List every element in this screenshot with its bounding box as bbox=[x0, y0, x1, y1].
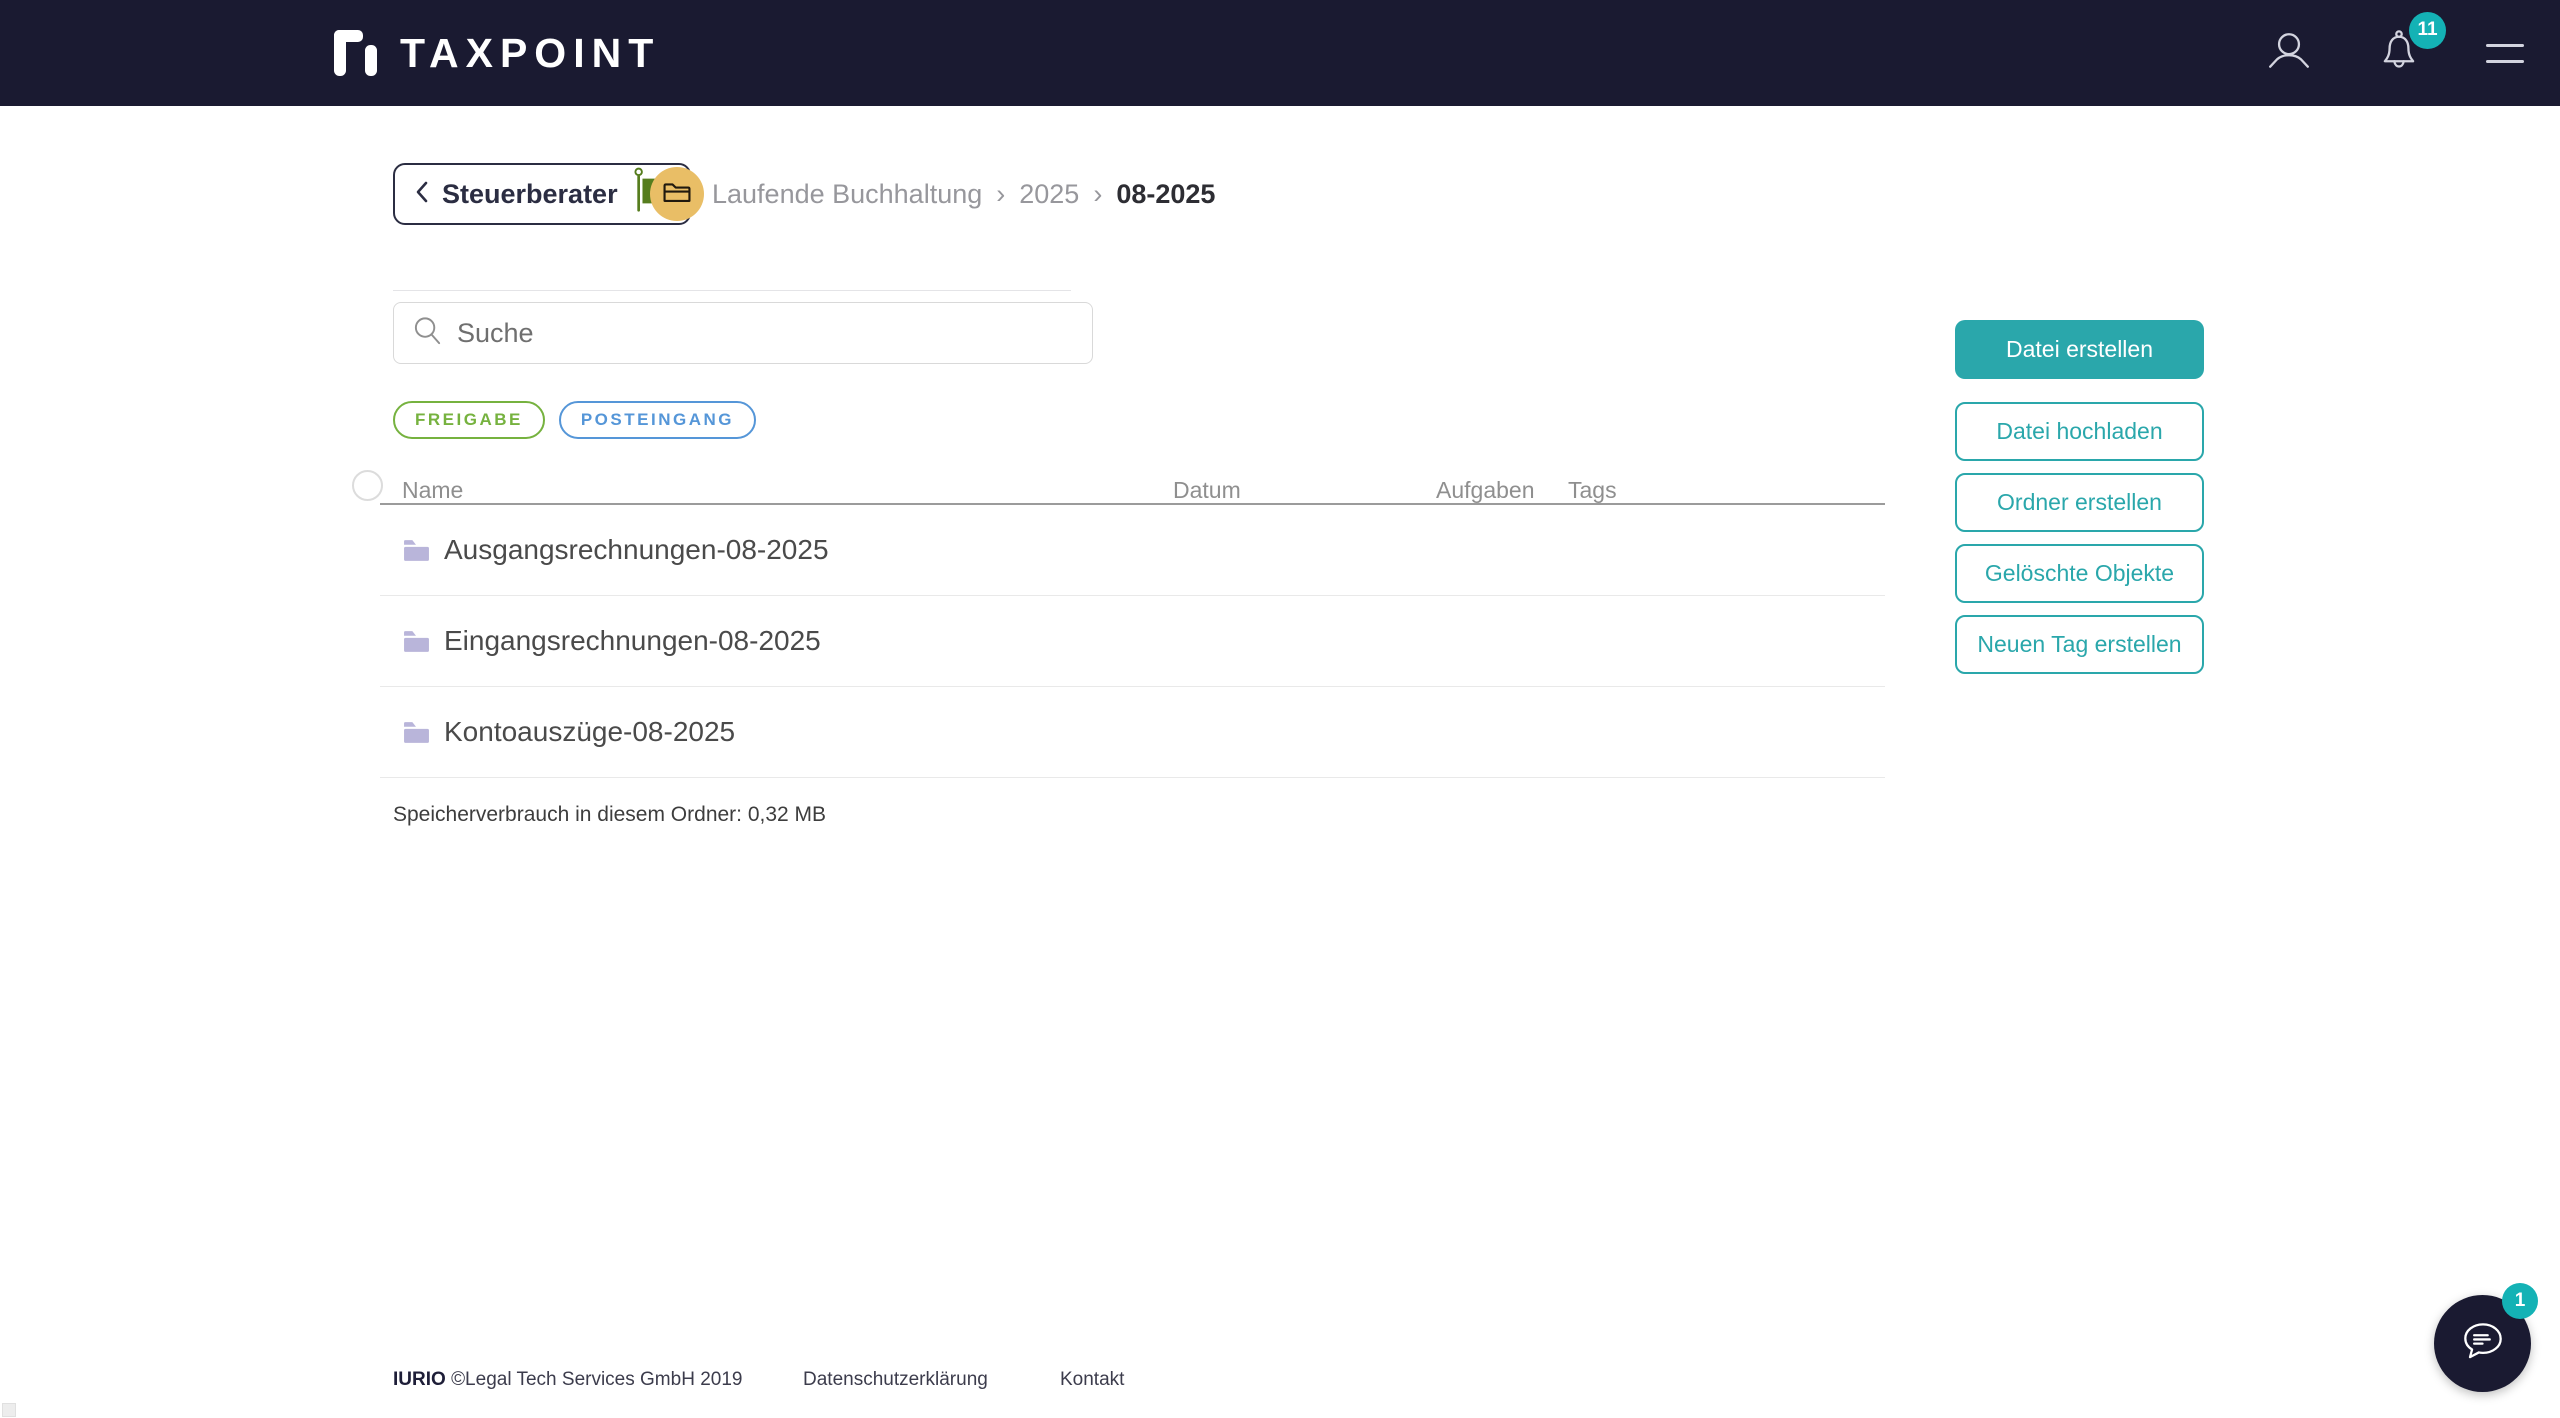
corner-artifact bbox=[2, 1403, 16, 1417]
main-menu-button[interactable] bbox=[2486, 43, 2524, 63]
table-row-ausgangsrechnungen[interactable]: Ausgangsrechnungen-08-2025 bbox=[380, 505, 1885, 596]
privacy-policy-link[interactable]: Datenschutzerklärung bbox=[803, 1369, 988, 1391]
user-icon bbox=[2266, 28, 2312, 79]
create-tag-button[interactable]: Neuen Tag erstellen bbox=[1955, 615, 2204, 674]
breadcrumb-item-2025[interactable]: 2025 bbox=[1019, 179, 1079, 210]
file-table: Ausgangsrechnungen-08-2025 Eingangsrechn… bbox=[380, 505, 1885, 778]
user-profile-button[interactable] bbox=[2266, 28, 2312, 79]
upload-file-button[interactable]: Datei hochladen bbox=[1955, 402, 2204, 461]
chat-unread-badge: 1 bbox=[2502, 1283, 2538, 1319]
select-all-checkbox[interactable] bbox=[352, 470, 383, 501]
back-to-steuerberater-button[interactable]: Steuerberater bbox=[393, 163, 691, 225]
notifications-button[interactable]: 11 bbox=[2376, 11, 2446, 79]
folder-open-icon bbox=[661, 178, 693, 211]
tag-posteingang[interactable]: POSTEINGANG bbox=[558, 401, 756, 439]
column-header-tags: Tags bbox=[1568, 477, 1617, 503]
storage-usage-note: Speicherverbrauch in diesem Ordner: 0,32… bbox=[393, 803, 827, 826]
top-navbar: TAXPOINT 11 bbox=[0, 0, 2560, 106]
app-logo[interactable]: TAXPOINT bbox=[330, 0, 660, 106]
notification-count-badge: 11 bbox=[2409, 11, 2446, 49]
footer-brand: IURIO bbox=[393, 1369, 446, 1390]
current-folder-badge bbox=[650, 167, 704, 221]
search-field[interactable] bbox=[393, 302, 1093, 364]
folder-icon bbox=[403, 539, 430, 562]
search-input[interactable] bbox=[457, 303, 1092, 363]
column-header-aufgaben: Aufgaben bbox=[1436, 477, 1535, 503]
app-title: TAXPOINT bbox=[400, 29, 661, 76]
column-header-name: Name bbox=[402, 477, 464, 503]
folder-icon bbox=[403, 630, 430, 653]
menu-icon bbox=[2486, 43, 2524, 47]
back-button-label: Steuerberater bbox=[442, 178, 618, 209]
action-button-column: Datei erstellen Datei hochladen Ordner e… bbox=[1955, 320, 2204, 674]
divider bbox=[393, 290, 1071, 291]
contact-link[interactable]: Kontakt bbox=[1060, 1369, 1124, 1391]
chevron-left-icon bbox=[415, 179, 429, 210]
create-folder-button[interactable]: Ordner erstellen bbox=[1955, 473, 2204, 532]
menu-icon bbox=[2486, 59, 2524, 63]
breadcrumb: Laufende Buchhaltung › 2025 › 08-2025 bbox=[712, 163, 1215, 225]
row-label: Kontoauszüge-08-2025 bbox=[444, 716, 736, 747]
breadcrumb-item-current: 08-2025 bbox=[1116, 178, 1216, 209]
column-header-datum: Datum bbox=[1173, 477, 1241, 503]
footer-copyright: IURIO ©Legal Tech Services GmbH 2019 bbox=[393, 1369, 742, 1391]
row-label: Eingangsrechnungen-08-2025 bbox=[444, 625, 821, 656]
table-row-eingangsrechnungen[interactable]: Eingangsrechnungen-08-2025 bbox=[380, 596, 1885, 687]
deleted-objects-button[interactable]: Gelöschte Objekte bbox=[1955, 544, 2204, 603]
folder-icon bbox=[403, 721, 430, 744]
filter-tag-row: FREIGABE POSTEINGANG bbox=[393, 401, 756, 439]
breadcrumb-separator: › bbox=[1093, 178, 1103, 209]
breadcrumb-separator: › bbox=[996, 178, 1006, 209]
chat-bubble-icon bbox=[2457, 1315, 2509, 1372]
taxpoint-logo-icon bbox=[330, 26, 380, 80]
footer-copyright-text: ©Legal Tech Services GmbH 2019 bbox=[451, 1369, 743, 1390]
create-file-button[interactable]: Datei erstellen bbox=[1955, 320, 2204, 379]
breadcrumb-item-laufende-buchhaltung[interactable]: Laufende Buchhaltung bbox=[712, 179, 982, 210]
row-label: Ausgangsrechnungen-08-2025 bbox=[444, 534, 829, 565]
table-row-kontoauszuege[interactable]: Kontoauszüge-08-2025 bbox=[380, 687, 1885, 778]
search-icon bbox=[412, 315, 443, 351]
tag-freigabe[interactable]: FREIGABE bbox=[393, 401, 545, 439]
